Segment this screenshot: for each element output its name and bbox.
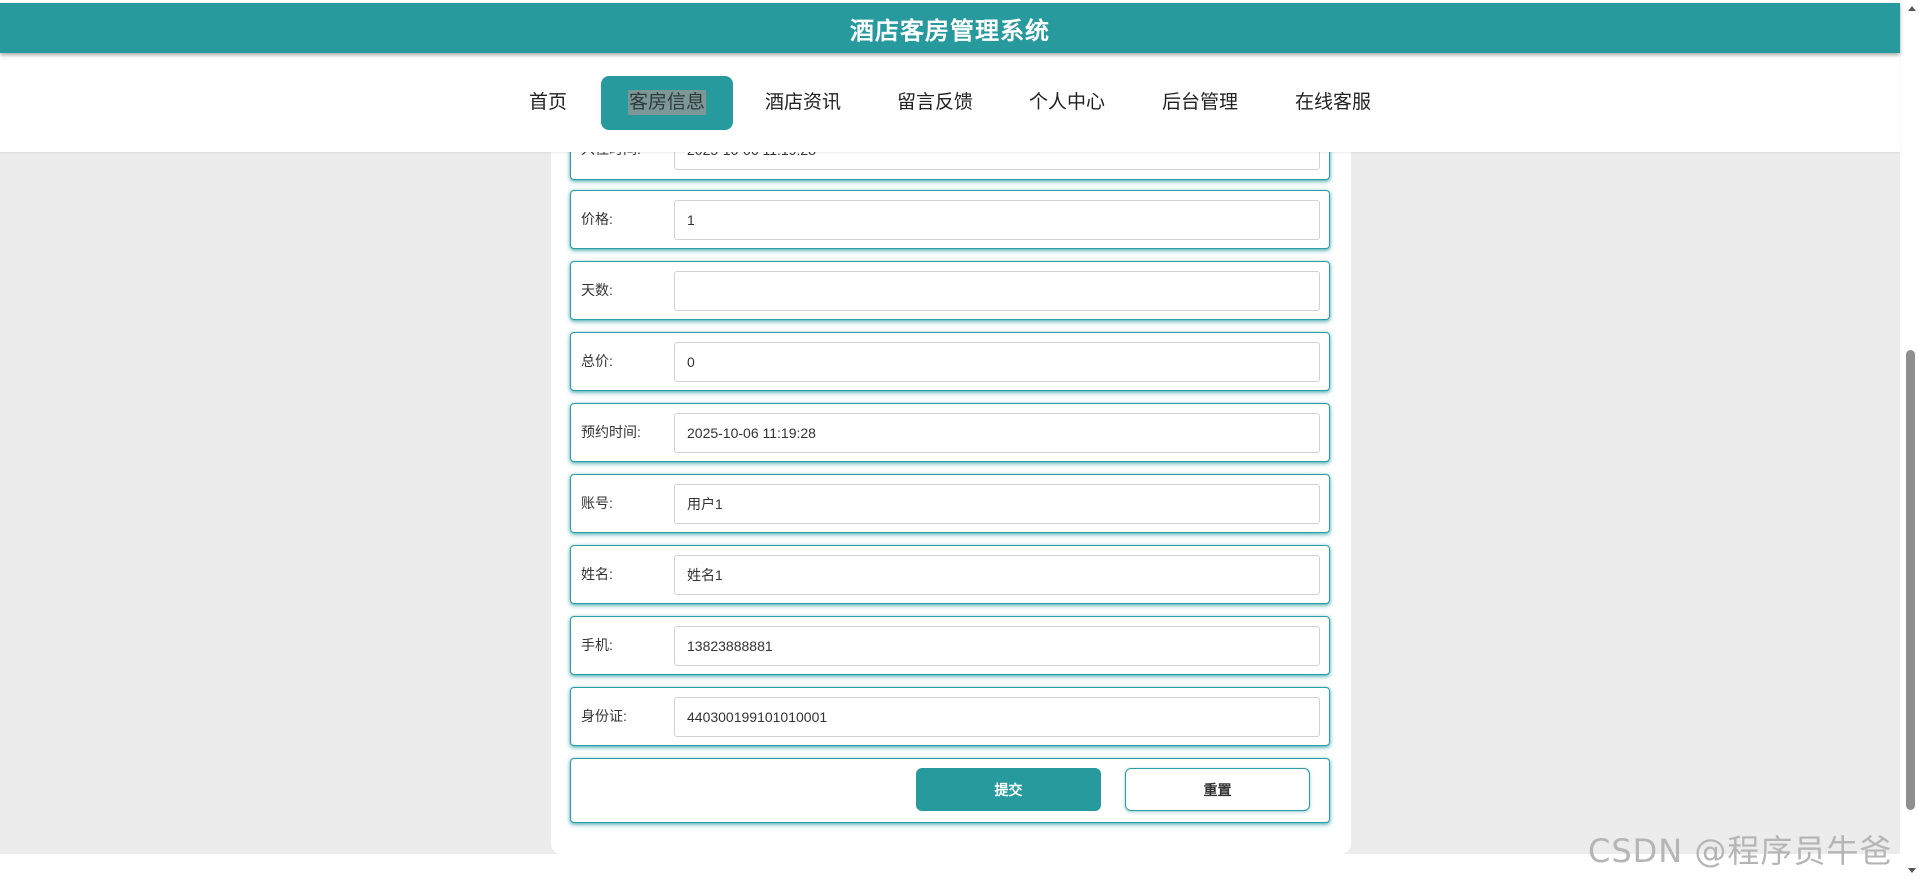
total-price-input[interactable]: 0 [674,342,1320,382]
app-title: 酒店客房管理系统 [850,17,1050,45]
main-nav: 首页 客房信息 酒店资讯 留言反馈 个人中心 后台管理 在线客服 [0,54,1900,152]
nav-item-online-service[interactable]: 在线客服 [1287,76,1379,130]
form-row-account: 账号: 用户1 [570,474,1330,533]
field-label-phone: 手机: [581,637,613,653]
form-row-booking-time: 预约时间: 2025-10-06 11:19:28 [570,403,1330,462]
form-row-days: 天数: [570,261,1330,320]
scrollbar-thumb[interactable] [1906,350,1915,810]
nav-item-feedback[interactable]: 留言反馈 [889,76,981,130]
field-label-price: 价格: [581,211,613,227]
field-label-id-card: 身份证: [581,708,627,724]
nav-item-hotel-news[interactable]: 酒店资讯 [757,76,849,130]
account-input[interactable]: 用户1 [674,484,1320,524]
booking-time-input[interactable]: 2025-10-06 11:19:28 [674,413,1320,453]
nav-item-admin[interactable]: 后台管理 [1154,76,1246,130]
name-input[interactable]: 姓名1 [674,555,1320,595]
form-row-name: 姓名: 姓名1 [570,545,1330,604]
form-row-total-price: 总价: 0 [570,332,1330,391]
form-row-phone: 手机: 13823888881 [570,616,1330,675]
nav-item-room-info-label: 客房信息 [627,90,706,115]
field-label-total-price: 总价: [581,353,613,369]
field-label-name: 姓名: [581,566,613,582]
form-actions: 提交 重置 [570,758,1330,823]
days-input[interactable] [674,271,1320,311]
field-label-account: 账号: [581,495,613,511]
form-row-price: 价格: 1 [570,190,1330,249]
field-label-booking-time: 预约时间: [581,424,641,440]
scroll-down-arrow-icon[interactable] [1908,868,1916,873]
app-header: 酒店客房管理系统 [0,3,1900,53]
id-card-input[interactable]: 440300199101010001 [674,697,1320,737]
scroll-up-arrow-icon[interactable] [1908,6,1916,11]
form-row-id-card: 身份证: 440300199101010001 [570,687,1330,746]
submit-button[interactable]: 提交 [916,768,1101,811]
watermark: CSDN @程序员牛爸 [1588,832,1893,870]
nav-item-room-info[interactable]: 客房信息 [601,76,733,130]
price-input[interactable]: 1 [674,200,1320,240]
nav-item-personal-center[interactable]: 个人中心 [1021,76,1113,130]
nav-item-home[interactable]: 首页 [520,76,576,130]
reset-button[interactable]: 重置 [1125,768,1310,811]
field-label-days: 天数: [581,282,613,298]
phone-input[interactable]: 13823888881 [674,626,1320,666]
